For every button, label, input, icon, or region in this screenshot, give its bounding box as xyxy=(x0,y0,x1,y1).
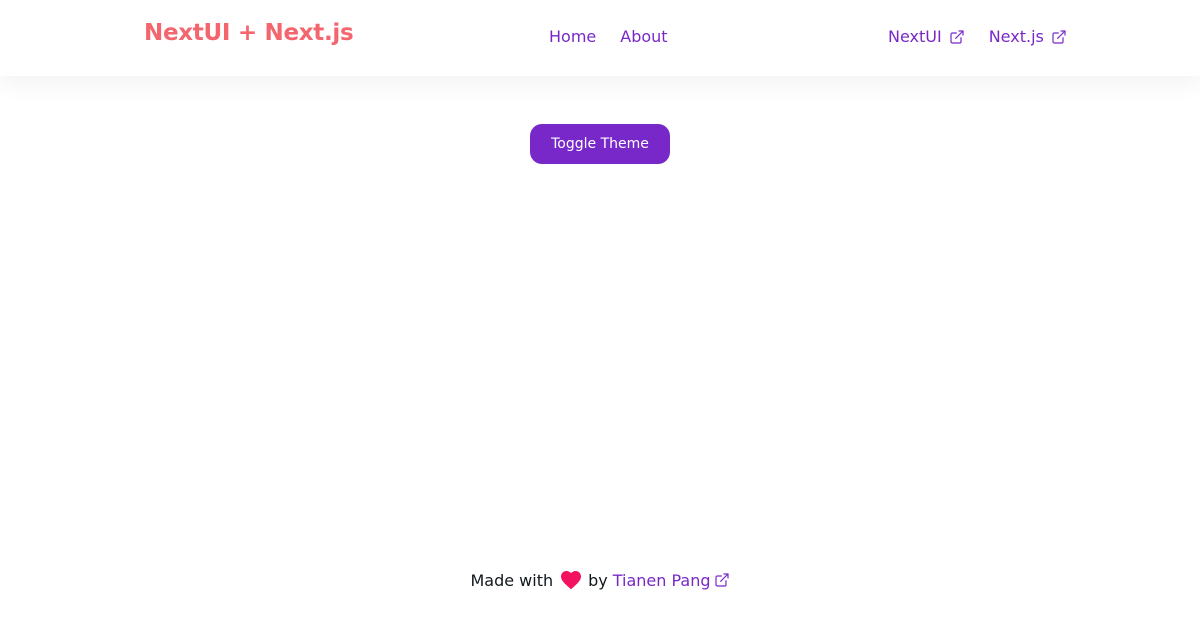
nav-link-nextjs-label: Next.js xyxy=(988,27,1044,46)
footer-by-text: by xyxy=(588,570,608,590)
footer-made-with-text: Made with xyxy=(470,570,554,590)
author-link[interactable]: Tianen Pang xyxy=(613,571,730,590)
navbar: NextUI + Next.js Home About NextUI Next.… xyxy=(0,0,1200,76)
nav-link-nextui-label: NextUI xyxy=(888,27,942,46)
external-link-icon xyxy=(714,572,730,588)
nav-link-about[interactable]: About xyxy=(620,27,667,46)
nav-link-home[interactable]: Home xyxy=(549,27,596,46)
external-link-icon xyxy=(949,29,965,45)
brand-logo-link[interactable]: NextUI + Next.js xyxy=(144,20,354,46)
page: NextUI + Next.js Home About NextUI Next.… xyxy=(0,0,1200,630)
nav-link-nextui[interactable]: NextUI xyxy=(888,27,965,46)
footer: Made with by Tianen Pang xyxy=(0,568,1200,592)
toggle-theme-container: Toggle Theme xyxy=(0,124,1200,164)
external-link-icon xyxy=(1051,29,1067,45)
author-link-label: Tianen Pang xyxy=(612,570,711,590)
external-nav: NextUI Next.js xyxy=(888,27,1067,46)
heart-icon xyxy=(559,568,583,592)
nav-link-nextjs[interactable]: Next.js xyxy=(989,27,1067,46)
primary-nav: Home About xyxy=(549,27,668,46)
toggle-theme-button[interactable]: Toggle Theme xyxy=(530,124,670,164)
